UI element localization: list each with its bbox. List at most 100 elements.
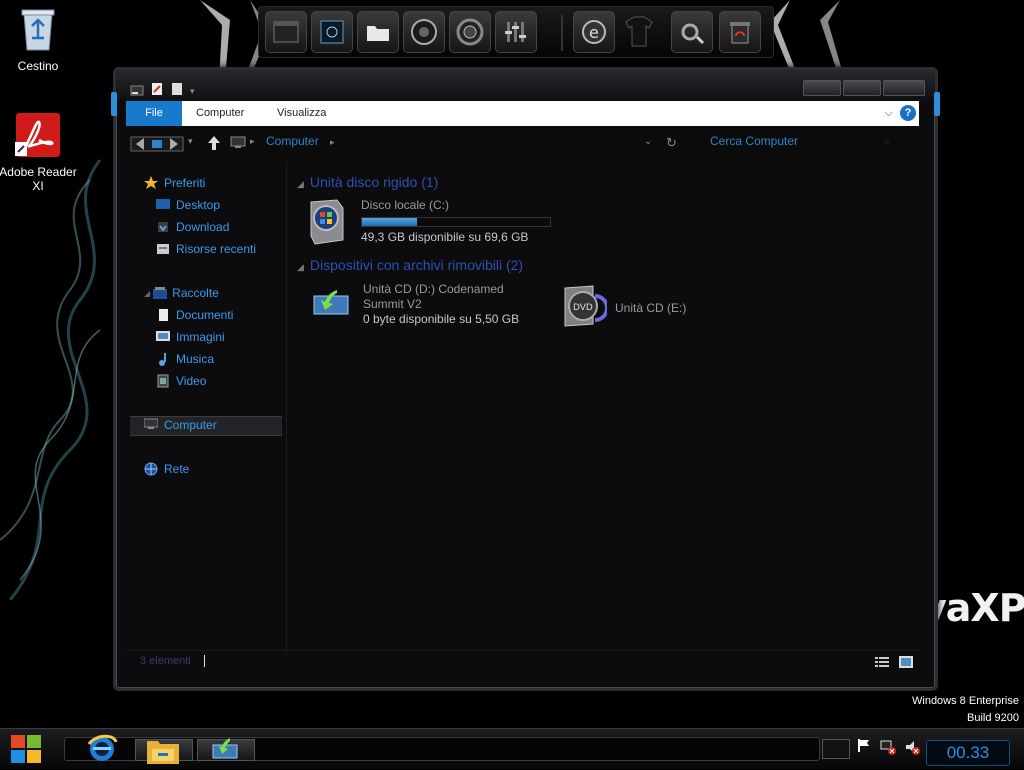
properties-icon[interactable] bbox=[150, 82, 164, 101]
status-bar: 3 elementi bbox=[126, 650, 919, 673]
collapse-icon[interactable]: ◢ bbox=[297, 262, 304, 272]
group-removable[interactable]: ◢ Dispositivi con archivi rimovibili (2) bbox=[297, 257, 523, 273]
new-folder-icon[interactable] bbox=[170, 82, 184, 101]
search-icon[interactable]: ⌕ bbox=[884, 136, 890, 149]
folder-icon bbox=[367, 26, 389, 41]
large-icons-view-icon[interactable] bbox=[899, 655, 913, 673]
dock-item-recycle[interactable] bbox=[719, 11, 761, 53]
nav-libraries[interactable]: ◢ Raccolte bbox=[144, 286, 219, 300]
maximize-button[interactable] bbox=[843, 80, 881, 96]
nav-label: Download bbox=[176, 220, 230, 234]
nav-label: Musica bbox=[176, 352, 215, 366]
disc-icon bbox=[411, 19, 437, 45]
group-hdd[interactable]: ◢ Unità disco rigido (1) bbox=[297, 174, 438, 190]
quick-access-toolbar: ▾ bbox=[130, 82, 195, 101]
nav-music[interactable]: Musica bbox=[156, 352, 214, 366]
volume-muted-icon[interactable] bbox=[904, 739, 920, 760]
system-menu-icon[interactable] bbox=[130, 83, 144, 101]
up-button[interactable] bbox=[206, 134, 222, 157]
internet-explorer-icon[interactable] bbox=[86, 732, 118, 769]
breadcrumb-arrow-icon[interactable]: ▸ bbox=[250, 136, 255, 147]
equalizer-icon bbox=[505, 22, 526, 42]
back-forward-buttons[interactable] bbox=[130, 134, 184, 159]
collapse-icon[interactable]: ◢ bbox=[297, 179, 304, 189]
drive-item-c[interactable]: Disco locale (C:) 49,3 GB disponibile su… bbox=[307, 198, 551, 251]
content-pane: ◢ Unità disco rigido (1) Disco locale (C:… bbox=[287, 162, 919, 652]
taskbar: 00.33 bbox=[0, 728, 1024, 769]
help-icon[interactable]: ? bbox=[900, 105, 916, 121]
windows-build: Build 9200 bbox=[967, 712, 1019, 724]
close-button[interactable] bbox=[883, 80, 925, 96]
nav-label: Video bbox=[176, 374, 207, 388]
details-view-icon[interactable] bbox=[875, 655, 889, 673]
clock[interactable]: 00.33 bbox=[926, 740, 1010, 766]
install-icon[interactable] bbox=[212, 737, 238, 764]
customize-qat-icon[interactable]: ▾ bbox=[190, 86, 195, 97]
drive-item-d[interactable]: Unità CD (D:) Codenamed Summit V2 0 byte… bbox=[313, 282, 519, 327]
network-disconnected-icon[interactable] bbox=[880, 739, 896, 760]
dock-item-window[interactable] bbox=[265, 11, 307, 53]
breadcrumb-computer[interactable]: Computer bbox=[266, 134, 319, 148]
nav-download[interactable]: Download bbox=[156, 220, 229, 234]
show-hidden-icons-button[interactable] bbox=[822, 739, 850, 759]
speaker-icon bbox=[456, 18, 484, 46]
tab-computer[interactable]: Computer bbox=[196, 101, 244, 126]
windows-edition: Windows 8 Enterprise bbox=[912, 695, 1019, 707]
tab-visualizza[interactable]: Visualizza bbox=[277, 101, 326, 126]
nav-recent[interactable]: Risorse recenti bbox=[156, 242, 256, 256]
start-button[interactable] bbox=[2, 731, 50, 767]
recycle-icon bbox=[730, 22, 750, 44]
dock-item-ie[interactable]: e bbox=[573, 11, 615, 53]
dock-item-disc[interactable] bbox=[403, 11, 445, 53]
minimize-button[interactable] bbox=[803, 80, 841, 96]
capacity-bar bbox=[361, 217, 551, 227]
hard-drive-windows-icon bbox=[307, 198, 347, 251]
nav-label: Risorse recenti bbox=[176, 242, 257, 256]
drive-free-space: 49,3 GB disponibile su 69,6 GB bbox=[361, 230, 529, 244]
arrow-up-icon bbox=[208, 136, 220, 150]
chevron-down-icon[interactable]: ⌵ bbox=[885, 107, 893, 120]
address-dropdown-icon[interactable]: ⌄ bbox=[644, 136, 652, 147]
desktop-icon-recycle-bin[interactable]: Cestino bbox=[0, 6, 78, 73]
windows-version: Windows 8 Enterprise Build 9200 bbox=[912, 693, 1019, 727]
dock-item-speaker[interactable] bbox=[449, 11, 491, 53]
libraries-icon bbox=[152, 286, 168, 300]
capacity-fill bbox=[362, 218, 417, 226]
nav-computer[interactable]: Computer bbox=[143, 418, 217, 432]
drive-free-space: 0 byte disponibile su 5,50 GB bbox=[363, 312, 520, 326]
drive-item-e[interactable]: DVD Unità CD (E:) bbox=[561, 282, 686, 335]
nav-favorites[interactable]: Preferiti bbox=[144, 176, 205, 190]
nav-desktop[interactable]: Desktop bbox=[156, 198, 220, 212]
windows-logo-icon bbox=[11, 735, 41, 763]
view-buttons bbox=[875, 655, 913, 673]
breadcrumb[interactable]: Computer ▸ bbox=[266, 134, 666, 154]
desktop-icon-adobe-reader[interactable]: Adobe Reader XI bbox=[0, 112, 78, 193]
top-dock: e bbox=[258, 6, 774, 58]
nav-video[interactable]: Video bbox=[156, 374, 206, 388]
nav-network[interactable]: Rete bbox=[144, 462, 189, 476]
dock-item-folder[interactable] bbox=[357, 11, 399, 53]
file-explorer-icon[interactable] bbox=[146, 735, 180, 770]
system-tray: 00.33 bbox=[822, 733, 1022, 766]
dock-item-network[interactable] bbox=[311, 11, 353, 53]
breadcrumb-arrow-icon[interactable]: ▸ bbox=[330, 137, 335, 147]
dock-separator bbox=[561, 15, 563, 51]
tab-file[interactable]: File bbox=[126, 101, 182, 126]
expand-icon[interactable]: ◢ bbox=[144, 289, 150, 298]
dock-item-settings[interactable] bbox=[671, 11, 713, 53]
computer-location-icon bbox=[230, 134, 246, 155]
nav-documents[interactable]: Documenti bbox=[156, 308, 233, 322]
dock-item-shirt[interactable] bbox=[619, 11, 659, 51]
recycle-bin-icon bbox=[0, 6, 78, 55]
search-input[interactable]: Cerca Computer bbox=[710, 134, 906, 154]
nav-pictures[interactable]: Immagini bbox=[156, 330, 225, 344]
desktop-icon-label: Cestino bbox=[17, 59, 59, 73]
action-center-flag-icon[interactable] bbox=[856, 737, 872, 758]
refresh-icon[interactable]: ↻ bbox=[666, 135, 677, 151]
pictures-icon bbox=[156, 330, 170, 344]
dock-item-equalizer[interactable] bbox=[495, 11, 537, 53]
status-divider bbox=[204, 655, 205, 667]
recent-locations-icon[interactable]: ▾ bbox=[188, 136, 193, 147]
drive-name: Disco locale (C:) bbox=[361, 198, 450, 212]
address-bar: ▾ ▸ Computer ▸ ⌄ ↻ Cerca Computer ⌕ bbox=[126, 127, 919, 161]
